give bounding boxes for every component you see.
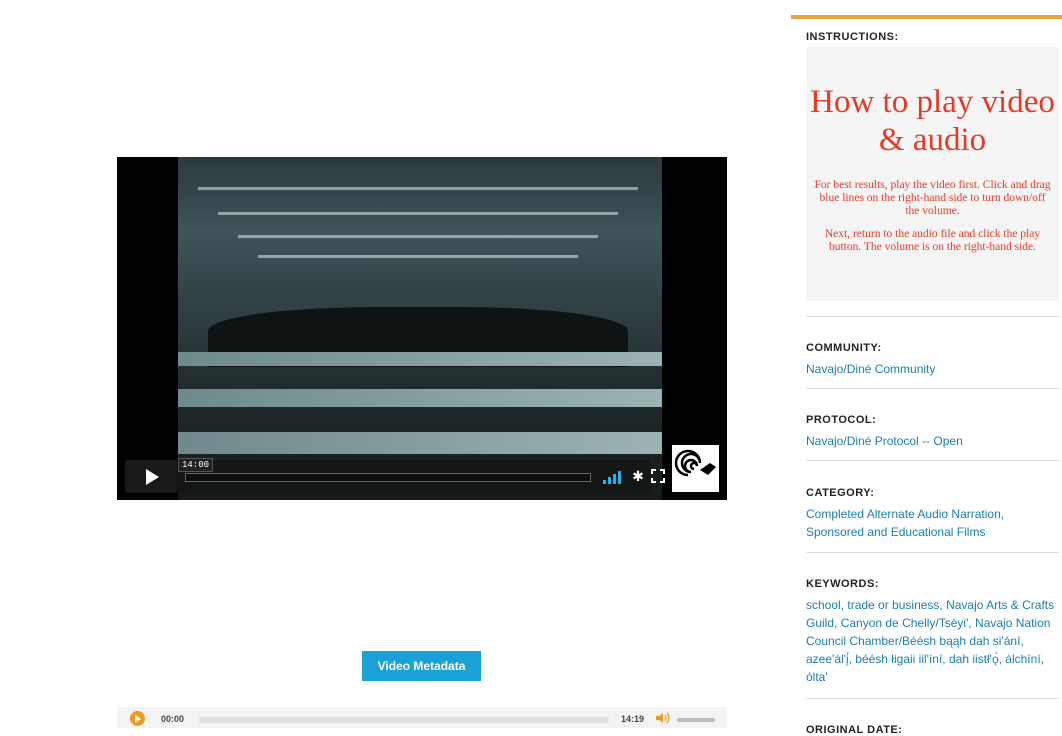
lab-bench [178, 432, 662, 454]
metadata-sidebar: INSTRUCTIONS: How to play video & audio … [791, 15, 1062, 736]
instructions-label: INSTRUCTIONS: [806, 31, 899, 43]
divider [806, 552, 1059, 553]
keywords-label: KEYWORDS: [806, 578, 879, 590]
category-link[interactable]: Sponsored and Educational Films [806, 525, 985, 539]
keyword-link[interactable]: álchíní [1005, 652, 1040, 666]
video-player[interactable]: ✱ 14:00 [117, 157, 727, 500]
instructions-title: How to play video & audio [810, 84, 1055, 158]
category-link[interactable]: Completed Alternate Audio Narration [806, 507, 1001, 521]
keyword-link[interactable]: Canyon de Chelly/Tséyi' [841, 616, 969, 630]
keyword-link[interactable]: azee'ál'į́ [806, 652, 849, 666]
lab-bench [178, 352, 662, 366]
instructions-paragraph-1: For best results, play the video first. … [814, 179, 1051, 217]
vimeo-spiral-logo-icon[interactable] [672, 445, 719, 492]
divider [806, 388, 1059, 389]
video-metadata-button[interactable]: Video Metadata [362, 651, 481, 681]
keyword-link[interactable]: béésh łigaii iil'íní [855, 652, 942, 666]
ceiling-light [218, 212, 618, 215]
audio-volume-fill [677, 718, 715, 722]
divider [806, 460, 1059, 461]
original-date-label: ORIGINAL DATE: [806, 724, 903, 736]
ceiling-light [258, 255, 578, 258]
audio-progress-bar[interactable] [199, 717, 609, 723]
speaker-icon[interactable] [655, 712, 671, 724]
divider [806, 316, 1059, 317]
audio-current-time: 00:00 [161, 714, 185, 724]
audio-player: 00:00 14:19 [117, 707, 727, 728]
audio-duration: 14:19 [621, 714, 645, 724]
community-link[interactable]: Navajo/Diné Community [806, 362, 935, 376]
ceiling-light [238, 235, 598, 238]
divider [806, 698, 1059, 699]
video-frame[interactable] [178, 157, 662, 500]
instructions-box: How to play video & audio For best resul… [806, 47, 1059, 301]
fullscreen-icon[interactable] [651, 469, 665, 483]
video-time-tooltip: 14:00 [178, 458, 214, 472]
ceiling-light [198, 187, 638, 190]
keyword-link[interactable]: school [806, 598, 841, 612]
keyword-link[interactable]: trade or business [847, 598, 939, 612]
video-play-button[interactable] [125, 460, 177, 493]
community-label: COMMUNITY: [806, 342, 882, 354]
lab-bench [178, 389, 662, 407]
category-list: Completed Alternate Audio Narration, Spo… [806, 507, 1005, 539]
keywords-list: school, trade or business, Navajo Arts &… [806, 598, 1055, 684]
instructions-paragraph-2: Next, return to the audio file and click… [824, 228, 1041, 253]
play-icon [146, 469, 159, 485]
category-label: CATEGORY: [806, 487, 875, 499]
keyword-link[interactable]: ólta' [806, 670, 828, 684]
protocol-link[interactable]: Navajo/Diné Protocol -- Open [806, 434, 963, 448]
volume-bars-icon[interactable] [603, 470, 625, 484]
video-progress-bar[interactable] [185, 473, 591, 482]
protocol-label: PROTOCOL: [806, 414, 877, 426]
audio-play-button[interactable] [130, 711, 145, 726]
settings-gear-icon[interactable]: ✱ [630, 467, 646, 485]
keyword-link[interactable]: dah iistł'ǫ́ [949, 652, 999, 666]
audio-volume-slider[interactable] [677, 718, 715, 722]
